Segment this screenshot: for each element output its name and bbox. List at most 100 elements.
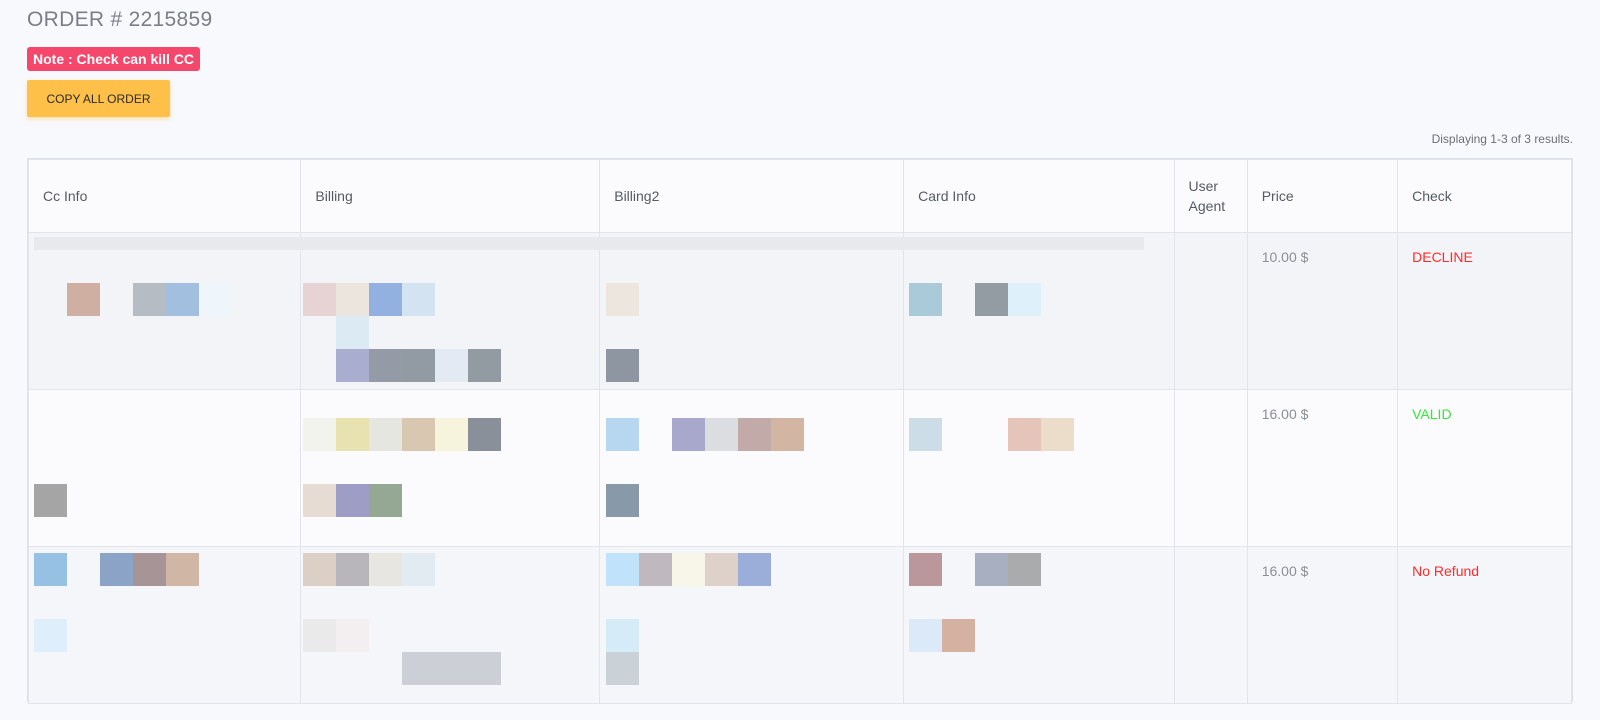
redacted-block <box>369 418 403 451</box>
redacted-block <box>909 418 943 451</box>
redacted-block <box>606 553 640 586</box>
redacted-block <box>435 418 469 451</box>
redacted-block <box>606 484 640 517</box>
redacted-block <box>34 553 67 586</box>
redacted-block <box>468 418 502 451</box>
table-row: 10.00 $ DECLINE <box>27 232 1572 390</box>
redacted-block <box>942 619 976 652</box>
redacted-block <box>166 283 199 316</box>
cc-info-cell-redacted <box>27 546 302 704</box>
price-value: 16.00 $ <box>1261 563 1309 579</box>
redacted-block <box>199 283 232 316</box>
check-status: DECLINE <box>1412 249 1473 265</box>
price-cell: 10.00 $ <box>1246 232 1399 390</box>
price-cell: 16.00 $ <box>1246 389 1399 547</box>
redacted-block <box>303 553 337 586</box>
redacted-block <box>402 553 436 586</box>
redacted-block <box>303 418 337 451</box>
redacted-block <box>34 619 67 652</box>
redacted-block <box>468 349 502 382</box>
redacted-block <box>402 418 436 451</box>
note-badge: Note : Check can kill CC <box>27 47 201 71</box>
redacted-block <box>336 349 370 382</box>
check-cell: VALID <box>1397 389 1572 547</box>
check-cell: No Refund <box>1397 546 1572 704</box>
user-agent-cell <box>1173 546 1248 704</box>
column-header-billing: Billing <box>300 159 601 233</box>
cc-info-cell-redacted <box>27 389 302 547</box>
redacted-block <box>369 283 403 316</box>
check-cell: DECLINE <box>1397 232 1572 390</box>
redacted-block <box>606 418 640 451</box>
check-status: VALID <box>1412 406 1452 422</box>
redacted-block <box>303 484 337 517</box>
redacted-block <box>738 418 772 451</box>
redacted-block <box>909 283 943 316</box>
redacted-block <box>1008 418 1042 451</box>
redacted-block <box>738 553 772 586</box>
billing-cell-redacted <box>300 232 601 390</box>
redacted-block <box>336 484 370 517</box>
column-header-card-info: Card Info <box>903 159 1175 233</box>
orders-table: Cc Info Billing Billing2 Card Info User … <box>27 158 1573 704</box>
redacted-block <box>67 283 100 316</box>
price-value: 10.00 $ <box>1261 249 1309 265</box>
billing-cell-redacted <box>300 389 601 547</box>
table-row: 16.00 $ No Refund <box>27 546 1572 704</box>
check-status: No Refund <box>1412 563 1480 579</box>
price-value: 16.00 $ <box>1261 406 1309 422</box>
page-title: ORDER # 2215859 <box>27 8 213 31</box>
redacted-block <box>402 652 502 685</box>
redacted-block <box>606 619 640 652</box>
table-header-row: Cc Info Billing Billing2 Card Info User … <box>27 159 1572 233</box>
redacted-block <box>1008 283 1042 316</box>
column-header-check: Check <box>1397 159 1572 233</box>
redacted-block <box>705 553 739 586</box>
table-row: 16.00 $ VALID <box>27 389 1572 547</box>
redacted-block <box>435 349 469 382</box>
card-info-cell-redacted <box>903 546 1175 704</box>
redacted-block <box>1041 418 1075 451</box>
redacted-block <box>909 619 943 652</box>
copy-all-order-button[interactable]: COPY ALL ORDER <box>27 80 170 117</box>
billing2-cell-redacted <box>599 232 905 390</box>
redacted-block <box>336 316 370 349</box>
user-agent-cell <box>1173 389 1248 547</box>
redacted-block <box>975 553 1009 586</box>
redacted-block <box>336 553 370 586</box>
redacted-block <box>303 619 337 652</box>
redacted-block <box>639 553 673 586</box>
redacted-block <box>336 418 370 451</box>
redacted-block <box>133 553 166 586</box>
redacted-block <box>369 553 403 586</box>
redacted-block <box>606 652 640 685</box>
user-agent-cell <box>1173 232 1248 390</box>
redacted-block <box>606 283 640 316</box>
billing2-cell-redacted <box>599 389 905 547</box>
redacted-block <box>369 484 403 517</box>
redacted-block <box>303 283 337 316</box>
column-header-cc-info: Cc Info <box>27 159 302 233</box>
redacted-block <box>133 283 166 316</box>
redacted-block <box>1008 553 1042 586</box>
redacted-block <box>771 418 805 451</box>
redacted-block <box>672 553 706 586</box>
redacted-block <box>336 619 370 652</box>
redacted-block <box>336 283 370 316</box>
billing-cell-redacted <box>300 546 601 704</box>
billing2-cell-redacted <box>599 546 905 704</box>
column-header-user-agent: User Agent <box>1173 159 1248 233</box>
redacted-block <box>975 283 1009 316</box>
column-header-billing2: Billing2 <box>599 159 905 233</box>
column-header-price: Price <box>1246 159 1399 233</box>
results-summary: Displaying 1-3 of 3 results. <box>1431 132 1573 146</box>
redacted-block <box>909 553 943 586</box>
redacted-block <box>369 349 403 382</box>
redacted-block <box>100 553 133 586</box>
redacted-block <box>402 283 436 316</box>
redacted-block <box>606 349 640 382</box>
redacted-block <box>166 553 199 586</box>
redacted-block <box>705 418 739 451</box>
card-info-cell-redacted <box>903 389 1175 547</box>
redacted-block <box>402 349 436 382</box>
